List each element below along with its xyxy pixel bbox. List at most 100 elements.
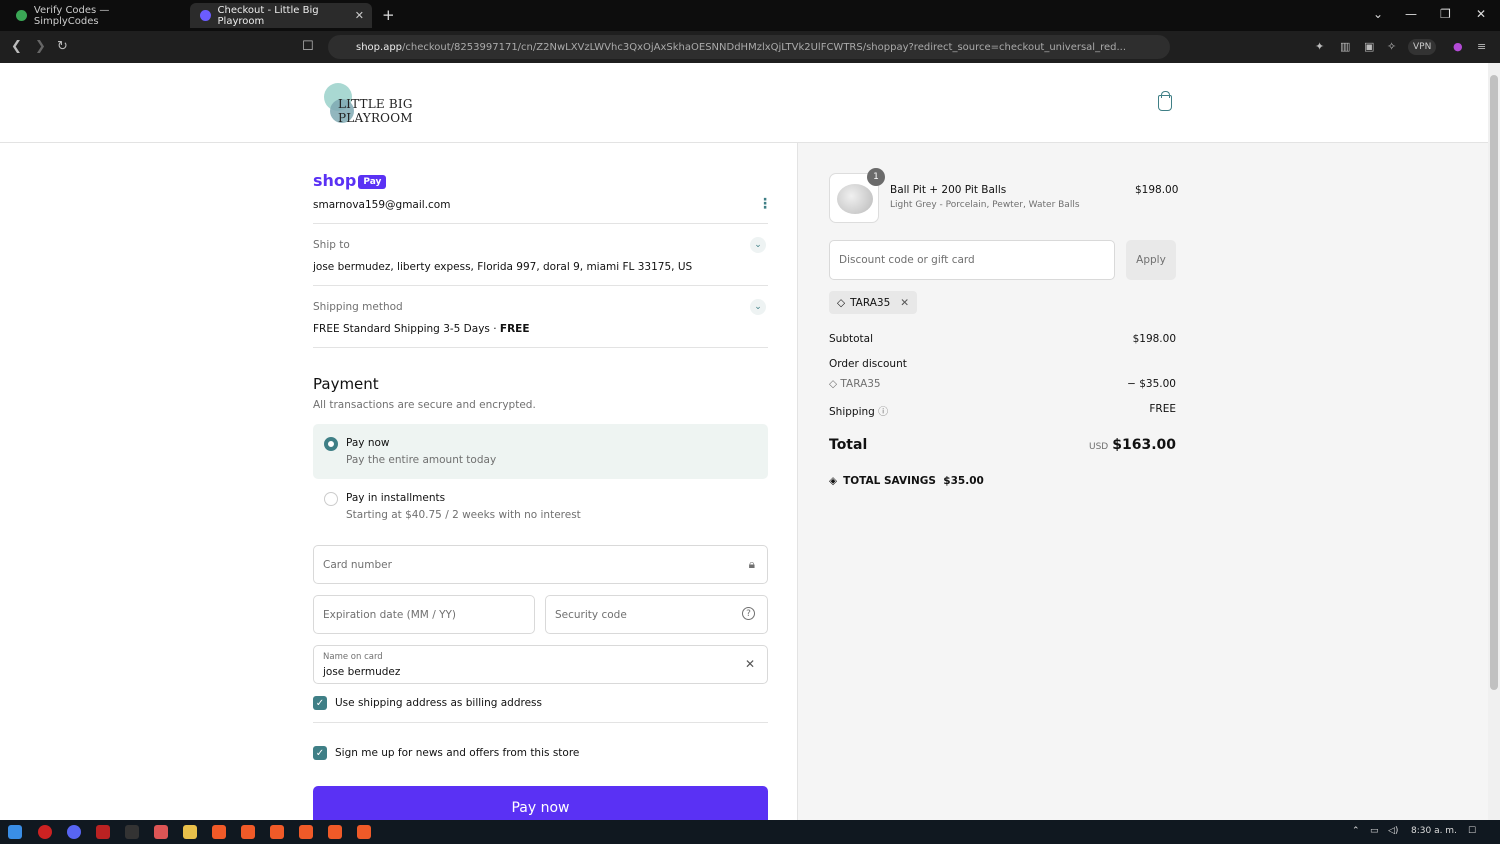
store-header: LITTLE BIG PLAYROOM <box>0 63 1488 143</box>
shipping-method-label: Shipping method <box>313 301 403 313</box>
pay-now-option[interactable]: Pay now Pay the entire amount today <box>313 424 768 479</box>
notifications-icon[interactable]: ☐ <box>1468 826 1476 836</box>
option-title: Pay in installments <box>346 492 446 504</box>
clear-icon[interactable]: ✕ <box>745 657 755 671</box>
help-icon[interactable]: ? <box>742 607 755 620</box>
checkout-page: LITTLE BIG PLAYROOM shop Pay smarnova159@… <box>0 63 1488 820</box>
bookmark-icon[interactable]: ☐ <box>302 39 314 54</box>
product-price: $198.00 <box>1135 184 1179 196</box>
leo-ai-icon[interactable]: ✧ <box>1387 40 1396 53</box>
apply-button[interactable]: Apply <box>1126 240 1176 280</box>
app-icon[interactable] <box>96 825 110 839</box>
new-tab-icon[interactable]: + <box>382 6 395 24</box>
order-summary: 1 Ball Pit + 200 Pit Balls Light Grey - … <box>797 143 1488 820</box>
pay-now-label: Pay now <box>511 800 570 816</box>
more-options-icon[interactable]: ⋮ <box>758 196 772 212</box>
option-desc: Pay the entire amount today <box>346 454 497 466</box>
restore-icon[interactable]: ❐ <box>1440 7 1451 21</box>
app-icon[interactable] <box>154 825 168 839</box>
shipping-value: FREE <box>1149 403 1176 415</box>
tab-simplycodes[interactable]: Verify Codes — SimplyCodes <box>6 3 186 28</box>
brave-wallet-icon[interactable]: ● <box>1453 40 1463 53</box>
tab-title: Checkout - Little Big Playroom <box>217 4 319 27</box>
payment-title: Payment <box>313 375 379 393</box>
url-bar[interactable]: shop.app/checkout/8253997171/cn/Z2NwLXVz… <box>328 35 1170 59</box>
pay-now-button[interactable]: Pay now <box>313 786 768 820</box>
product-name: Ball Pit + 200 Pit Balls <box>890 184 1007 196</box>
volume-icon[interactable]: ◁) <box>1388 826 1398 836</box>
discount-code-input[interactable]: Discount code or gift card <box>829 240 1115 280</box>
brave-icon[interactable] <box>270 825 284 839</box>
security-code-input[interactable]: Security code ? <box>545 595 768 634</box>
opera-icon[interactable] <box>38 825 52 839</box>
windows-start-icon[interactable] <box>8 825 22 839</box>
divider <box>313 223 768 224</box>
info-icon[interactable]: ⓘ <box>878 407 888 418</box>
page-scrollbar[interactable] <box>1488 63 1500 820</box>
forward-icon[interactable]: ❯ <box>35 39 46 54</box>
remove-discount-icon[interactable]: ✕ <box>900 297 909 309</box>
card-number-input[interactable]: Card number 🔒︎ <box>313 545 768 584</box>
tab-checkout[interactable]: Checkout - Little Big Playroom ✕ <box>190 3 372 28</box>
installments-option[interactable]: Pay in installments Starting at $40.75 /… <box>313 479 768 534</box>
reload-icon[interactable]: ↻ <box>57 39 68 54</box>
shopping-bag-icon[interactable] <box>1158 91 1172 111</box>
name-on-card-label: Name on card <box>323 652 383 662</box>
shipping-label: Shipping <box>829 406 875 418</box>
url-path: /checkout/8253997171/cn/Z2NwLXVzLWVhc3Qx… <box>402 41 1127 53</box>
shop-pay-logo: shop Pay <box>313 171 387 190</box>
shipping-method-value: FREE Standard Shipping 3-5 Days · FREE <box>313 323 530 335</box>
savings-label: TOTAL SAVINGS <box>843 475 936 487</box>
tab-search-icon[interactable]: ⌄ <box>1373 7 1383 21</box>
sidebar-icon[interactable]: ▥ <box>1340 40 1350 53</box>
clock[interactable]: 8:30 a. m. <box>1411 826 1457 836</box>
shipping-method-text: FREE Standard Shipping 3-5 Days · <box>313 323 500 335</box>
applied-code: TARA35 <box>850 296 891 309</box>
network-icon[interactable]: ▭ <box>1370 826 1379 836</box>
pay-now-radio[interactable] <box>324 437 338 451</box>
brave-icon[interactable] <box>357 825 371 839</box>
brave-icon[interactable] <box>241 825 255 839</box>
shop-pay-badge: Pay <box>358 175 387 189</box>
brave-icon[interactable] <box>212 825 226 839</box>
installments-radio[interactable] <box>324 492 338 506</box>
shipping-row: Shipping ⓘ FREE <box>829 403 1176 418</box>
shipping-method-chevron-down-icon[interactable]: ⌄ <box>750 299 766 315</box>
discount-placeholder: Discount code or gift card <box>839 254 975 266</box>
account-email: smarnova159@gmail.com <box>313 199 451 211</box>
back-icon[interactable]: ❮ <box>11 39 22 54</box>
brave-icon[interactable] <box>299 825 313 839</box>
tray-chevron-icon[interactable]: ⌃ <box>1352 826 1360 836</box>
extensions-icon[interactable]: ✦ <box>1315 40 1324 53</box>
discord-icon[interactable] <box>67 825 81 839</box>
store-logo[interactable]: LITTLE BIG PLAYROOM <box>322 81 432 125</box>
file-explorer-icon[interactable] <box>183 825 197 839</box>
option-desc: Starting at $40.75 / 2 weeks with no int… <box>346 509 581 521</box>
currency: USD <box>1089 442 1109 452</box>
newsletter-checkbox[interactable]: ✓ <box>313 746 327 760</box>
close-window-icon[interactable]: ✕ <box>1476 7 1486 21</box>
brave-icon[interactable] <box>328 825 342 839</box>
close-tab-icon[interactable]: ✕ <box>355 9 364 22</box>
ship-to-address: jose bermudez, liberty expess, Florida 9… <box>313 261 693 273</box>
card-number-placeholder: Card number <box>323 559 392 571</box>
taskbar: ⌃ ▭ ◁) 8:30 a. m. ☐ <box>0 820 1500 844</box>
menu-icon[interactable]: ≡ <box>1477 40 1486 53</box>
minimize-icon[interactable]: — <box>1405 7 1417 21</box>
name-on-card-input[interactable]: Name on card jose bermudez ✕ <box>313 645 768 684</box>
shipping-method-price: FREE <box>499 323 530 335</box>
applied-discount-tag: ◇ TARA35 ✕ <box>829 291 917 314</box>
divider <box>313 347 768 348</box>
simplycodes-favicon-icon <box>16 10 27 21</box>
total-row: Total USD $163.00 <box>829 437 1176 453</box>
browser-tabbar: Verify Codes — SimplyCodes Checkout - Li… <box>0 0 1500 31</box>
shop-favicon-icon <box>200 10 211 21</box>
expiration-date-input[interactable]: Expiration date (MM / YY) <box>313 595 535 634</box>
epic-games-icon[interactable] <box>125 825 139 839</box>
billing-address-checkbox[interactable]: ✓ <box>313 696 327 710</box>
ship-to-chevron-down-icon[interactable]: ⌄ <box>750 237 766 253</box>
apply-label: Apply <box>1136 254 1166 266</box>
vpn-button[interactable]: VPN <box>1408 39 1437 55</box>
checkout-form: shop Pay smarnova159@gmail.com ⋮ Ship to … <box>0 143 797 820</box>
wallet-icon[interactable]: ▣ <box>1364 40 1374 53</box>
